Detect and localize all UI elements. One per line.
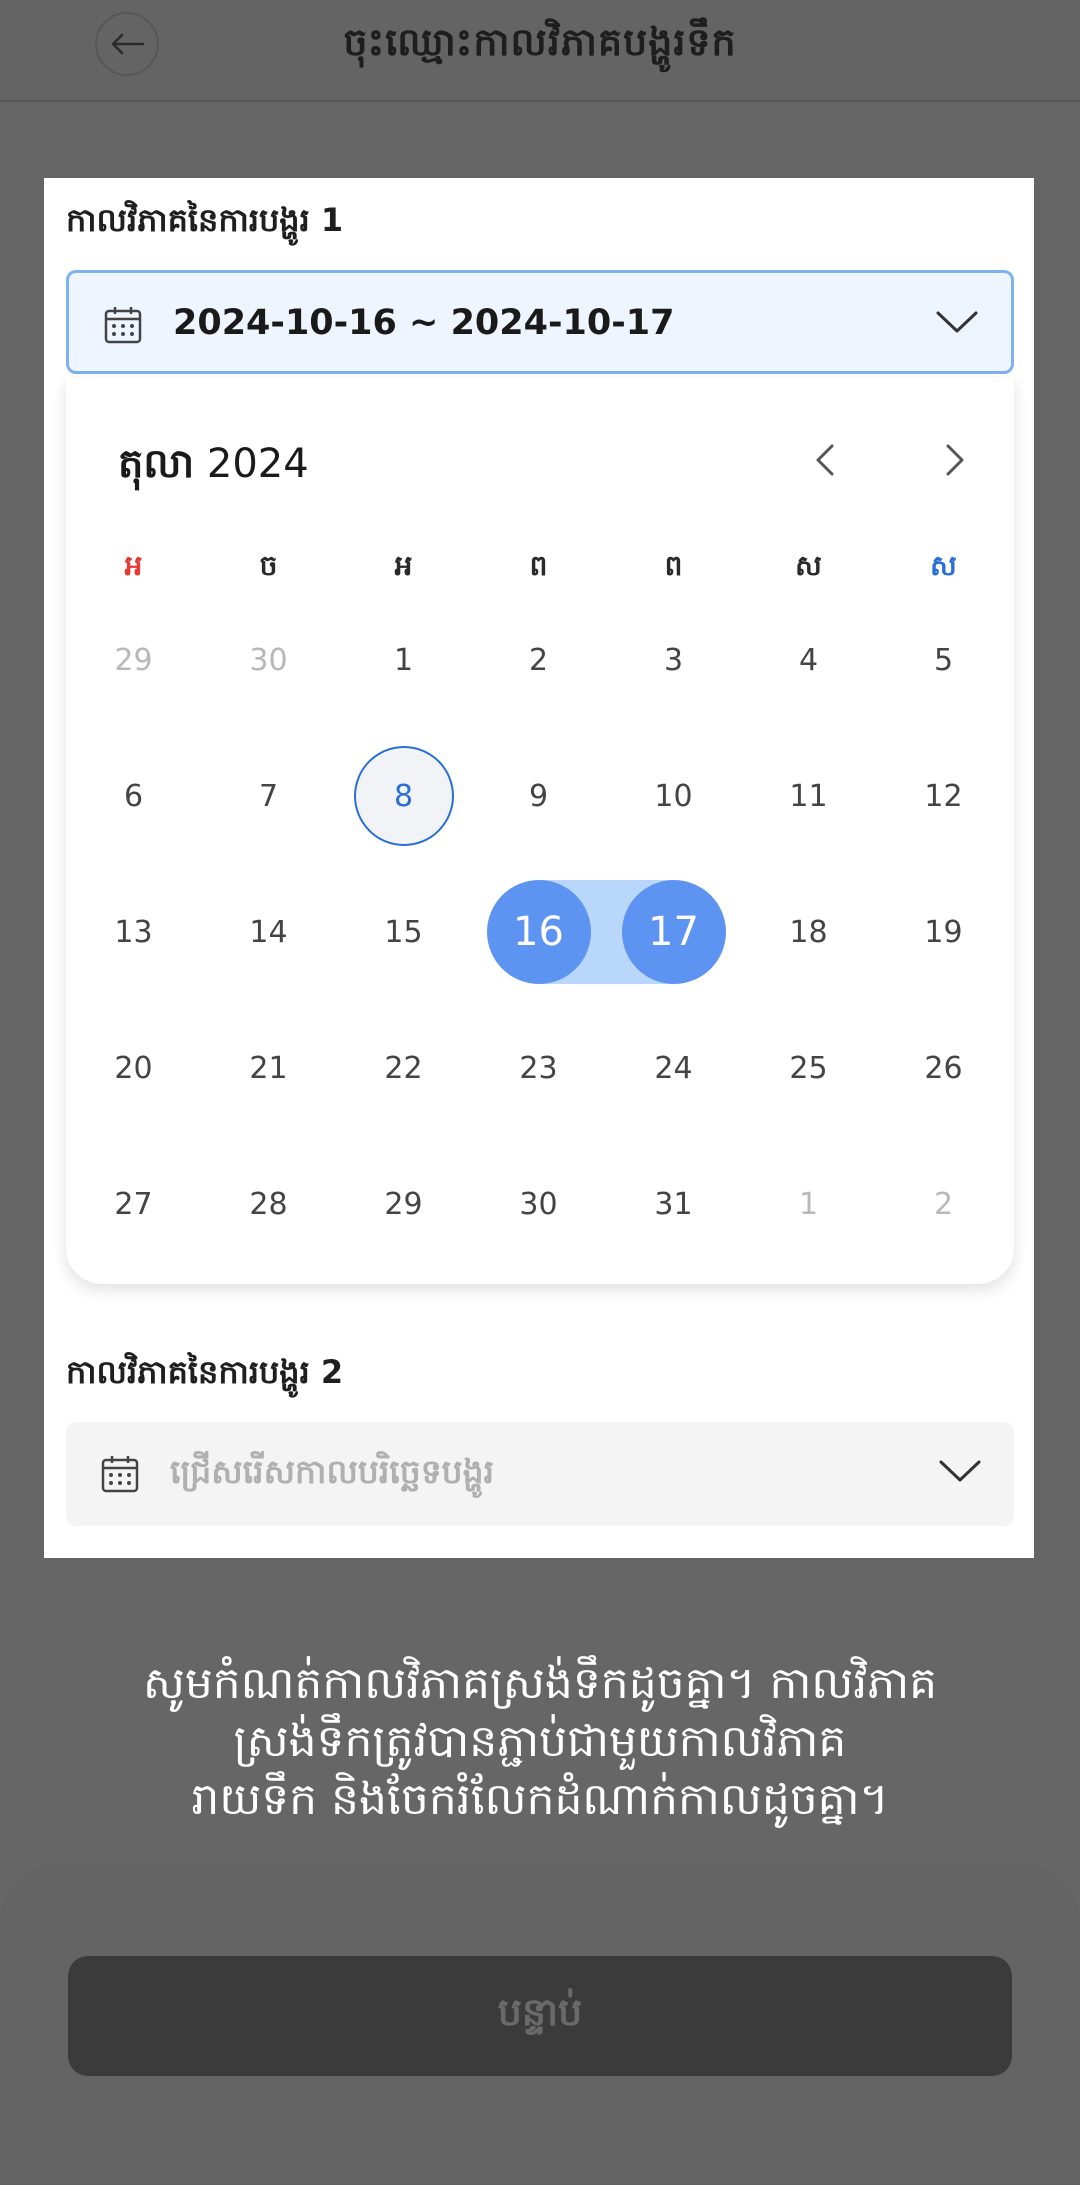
calendar-month-title: តុលា 2024 (118, 438, 309, 497)
calendar-day[interactable]: 13 (66, 877, 201, 987)
chevron-down-icon (936, 311, 978, 333)
weekday-header: ស (930, 549, 957, 582)
calendar-day[interactable]: 21 (201, 1013, 336, 1123)
calendar-icon (104, 307, 142, 344)
calendar-day[interactable]: 12 (876, 741, 1011, 851)
notice-line-3: រាយទឹក និងចែករំលែកដំណាក់កាលដូចគ្នា។ (191, 1774, 889, 1825)
calendar-day[interactable]: 27 (66, 1149, 201, 1259)
weekday-header: អ (124, 549, 143, 582)
app-header: ចុះឈ្មោះកាលវិភាគបង្ហូរទឹក (0, 0, 1080, 102)
calendar-day[interactable]: 19 (876, 877, 1011, 987)
calendar-day[interactable]: 15 (336, 877, 471, 987)
calendar-day[interactable]: 23 (471, 1013, 606, 1123)
calendar-day[interactable]: 8 (336, 741, 471, 851)
calendar-day[interactable]: 30 (471, 1149, 606, 1259)
calendar-day[interactable]: 29 (66, 605, 201, 715)
schedule-panel: កាលវិភាគនៃការបង្ហូរ 1 2024-10-16 ~ 2024-… (44, 178, 1034, 1558)
calendar-day[interactable]: 25 (741, 1013, 876, 1123)
calendar-day[interactable]: 16 (471, 877, 606, 987)
calendar-day[interactable]: 3 (606, 605, 741, 715)
calendar-day[interactable]: 1 (741, 1149, 876, 1259)
calendar-day[interactable]: 30 (201, 605, 336, 715)
calendar-day[interactable]: 31 (606, 1149, 741, 1259)
calendar-day[interactable]: 22 (336, 1013, 471, 1123)
page-title: ចុះឈ្មោះកាលវិភាគបង្ហូរទឹក (343, 20, 737, 64)
calendar-day[interactable]: 4 (741, 605, 876, 715)
calendar-icon (101, 1456, 139, 1493)
drain-schedule-2-select[interactable]: ជ្រើសរើសកាលបរិច្ឆេទបង្ហូរ (66, 1422, 1014, 1526)
schedule-notice: សូមកំណត់កាលវិភាគស្រង់ទឹកដូចគ្នា។ កាលវិភា… (60, 1655, 1020, 1829)
chevron-left-icon[interactable] (806, 440, 846, 480)
notice-line-2: ស្រង់ទឹកត្រូវបានភ្ជាប់ជាមួយកាលវិភាគ (233, 1716, 847, 1767)
bottom-sheet: បន្ទាប់ (0, 1862, 1080, 2185)
calendar-day[interactable]: 1 (336, 605, 471, 715)
chevron-down-icon (939, 1460, 981, 1482)
calendar-day[interactable]: 6 (66, 741, 201, 851)
notice-line-1: សូមកំណត់កាលវិភាគស្រង់ទឹកដូចគ្នា។ កាលវិភា… (142, 1658, 938, 1709)
calendar-day[interactable]: 26 (876, 1013, 1011, 1123)
drain-schedule-1-select[interactable]: 2024-10-16 ~ 2024-10-17 (66, 270, 1014, 374)
weekday-header: អ (394, 549, 413, 582)
calendar-day[interactable]: 20 (66, 1013, 201, 1123)
calendar-year: 2024 (206, 441, 309, 487)
section-1-label: កាលវិភាគនៃការបង្ហូរ 1 (66, 201, 344, 239)
date-range-calendar: តុលា 2024 អចអពពសស 29 30 1 2 3 4 5 6 7 8 9 10 11 12 13 14… (66, 378, 1014, 1284)
weekday-header: ច (259, 549, 278, 582)
weekday-header: ព (664, 549, 683, 582)
calendar-day[interactable]: 24 (606, 1013, 741, 1123)
calendar-day[interactable]: 14 (201, 877, 336, 987)
calendar-day[interactable]: 17 (606, 877, 741, 987)
drain-schedule-1-value: 2024-10-16 ~ 2024-10-17 (173, 303, 675, 343)
calendar-day[interactable]: 29 (336, 1149, 471, 1259)
calendar-day[interactable]: 2 (876, 1149, 1011, 1259)
calendar-day[interactable]: 11 (741, 741, 876, 851)
calendar-month-name: តុលា (118, 441, 195, 487)
calendar-day[interactable]: 18 (741, 877, 876, 987)
section-2-label: កាលវិភាគនៃការបង្ហូរ 2 (66, 1353, 344, 1391)
drain-schedule-2-placeholder: ជ្រើសរើសកាលបរិច្ឆេទបង្ហូរ (170, 1452, 495, 1491)
calendar-day[interactable]: 10 (606, 741, 741, 851)
chevron-right-icon[interactable] (934, 440, 974, 480)
next-button[interactable]: បន្ទាប់ (68, 1956, 1012, 2076)
calendar-day[interactable]: 2 (471, 605, 606, 715)
calendar-day[interactable]: 9 (471, 741, 606, 851)
calendar-day[interactable]: 28 (201, 1149, 336, 1259)
weekday-header: ព (529, 549, 548, 582)
calendar-day[interactable]: 5 (876, 605, 1011, 715)
weekday-header: ស (795, 549, 822, 582)
calendar-day[interactable]: 7 (201, 741, 336, 851)
